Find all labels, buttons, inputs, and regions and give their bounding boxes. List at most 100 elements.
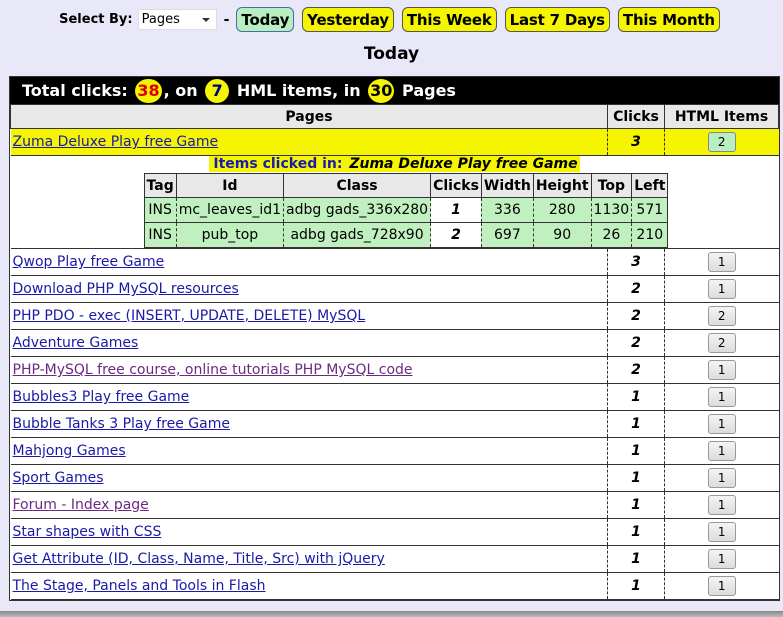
- table-row: Mahjong Games 1 1: [10, 437, 779, 465]
- pages-header-row: Pages Clicks HTML Items: [10, 104, 779, 129]
- clicks-cell: 1: [607, 572, 665, 600]
- clicks-cell: 1: [607, 410, 665, 438]
- clicks-cell: 1: [607, 383, 665, 411]
- table-row: Qwop Play free Game 3 1: [10, 248, 779, 276]
- period-yesterday-button[interactable]: Yesterday: [302, 7, 394, 32]
- items-header-left: Left: [631, 173, 669, 198]
- totals-mid1: , on: [163, 81, 198, 100]
- clicks-cell: 1: [607, 545, 665, 573]
- item-left-cell: 210: [631, 222, 669, 248]
- page-link[interactable]: Sport Games: [13, 470, 104, 486]
- html-items-button[interactable]: 1: [707, 576, 736, 596]
- page-link[interactable]: Adventure Games: [13, 335, 139, 351]
- table-row: Forum - Index page 1 1: [10, 491, 779, 519]
- item-top-cell: 26: [590, 222, 633, 248]
- totals-bar: Total clicks: 38 , on 7 HML items, in 30…: [10, 77, 779, 104]
- html-items-button[interactable]: 1: [707, 549, 736, 569]
- pages-table: Pages Clicks HTML Items Zuma Deluxe Play…: [10, 104, 779, 600]
- table-row: Adventure Games 2 2: [10, 329, 779, 357]
- items-cell: 1: [664, 545, 779, 573]
- items-cell: 1: [664, 275, 779, 303]
- item-row: INS mc_leaves_id1 adbg gads_336x280 1 336 280…: [143, 197, 669, 223]
- html-items-button[interactable]: 1: [707, 387, 736, 407]
- page-cell: Qwop Play free Game: [10, 248, 608, 276]
- page-link[interactable]: Get Attribute (ID, Class, Name, Title, S…: [13, 551, 385, 567]
- items-header-id: Id: [175, 173, 285, 198]
- items-header-height: Height: [532, 173, 592, 198]
- table-row: Bubble Tanks 3 Play free Game 1 1: [10, 410, 779, 438]
- page-link[interactable]: Forum - Index page: [13, 497, 149, 513]
- html-items-button[interactable]: 2: [707, 132, 736, 152]
- page-link[interactable]: The Stage, Panels and Tools in Flash: [13, 578, 266, 594]
- item-height-cell: 280: [532, 197, 592, 223]
- items-cell: 1: [664, 518, 779, 546]
- html-items-button[interactable]: 1: [707, 441, 736, 461]
- page-link[interactable]: Qwop Play free Game: [13, 254, 165, 270]
- clicks-cell: 3: [607, 128, 665, 156]
- page-link[interactable]: Bubbles3 Play free Game: [13, 389, 190, 405]
- total-pages-count: 30: [368, 78, 395, 103]
- html-items-button[interactable]: 1: [707, 252, 736, 272]
- items-cell: 2: [664, 329, 779, 357]
- html-items-button[interactable]: 1: [707, 279, 736, 299]
- table-row: Star shapes with CSS 1 1: [10, 518, 779, 546]
- total-clicks-count: 38: [135, 78, 162, 103]
- page-cell: The Stage, Panels and Tools in Flash: [10, 572, 608, 600]
- detail-title-page: Zuma Deluxe Play free Game: [349, 156, 578, 172]
- items-header-clicks: Clicks: [430, 173, 482, 198]
- page-cell: Bubbles3 Play free Game: [10, 383, 608, 411]
- page-link[interactable]: PHP PDO - exec (INSERT, UPDATE, DELETE) …: [13, 308, 366, 324]
- item-class-cell: adbg gads_336x280: [283, 197, 432, 223]
- total-items-count: 7: [205, 78, 230, 103]
- clicks-cell: 2: [607, 329, 665, 357]
- page-cell: Get Attribute (ID, Class, Name, Title, S…: [10, 545, 608, 573]
- clicks-cell: 1: [607, 518, 665, 546]
- detail-title-prefix: Items clicked in:: [211, 156, 345, 172]
- header-html-items: HTML Items: [664, 104, 779, 129]
- item-id-cell: mc_leaves_id1: [175, 197, 285, 223]
- item-class-cell: adbg gads_728x90: [283, 222, 432, 248]
- html-items-button[interactable]: 1: [707, 522, 736, 542]
- period-this-week-button[interactable]: This Week: [401, 7, 497, 32]
- select-by-dropdown[interactable]: Pages: [137, 9, 217, 30]
- page-link[interactable]: Mahjong Games: [13, 443, 126, 459]
- page-link[interactable]: Bubble Tanks 3 Play free Game: [13, 416, 230, 432]
- period-this-month-button[interactable]: This Month: [617, 7, 720, 32]
- table-row: Download PHP MySQL resources 2 1: [10, 275, 779, 303]
- html-items-button[interactable]: 1: [707, 414, 736, 434]
- items-cell: 1: [664, 491, 779, 519]
- select-by-label: Select By:: [59, 12, 133, 27]
- html-items-button[interactable]: 2: [707, 333, 736, 353]
- page-link[interactable]: Zuma Deluxe Play free Game: [13, 134, 219, 150]
- items-cell: 1: [664, 572, 779, 600]
- totals-mid2: HML items, in: [236, 81, 361, 100]
- stats-panel: Total clicks: 38 , on 7 HML items, in 30…: [9, 76, 780, 601]
- table-row: PHP PDO - exec (INSERT, UPDATE, DELETE) …: [10, 302, 779, 330]
- html-items-button[interactable]: 2: [707, 306, 736, 326]
- header-pages: Pages: [10, 104, 608, 129]
- page-link[interactable]: Download PHP MySQL resources: [13, 281, 239, 297]
- detail-row: Items clicked in: Zuma Deluxe Play free …: [10, 155, 779, 249]
- item-height-cell: 90: [532, 222, 592, 248]
- page-link[interactable]: Star shapes with CSS: [13, 524, 162, 540]
- period-last-7-days-button[interactable]: Last 7 Days: [504, 7, 610, 32]
- separator: -: [223, 11, 230, 28]
- page-cell: Sport Games: [10, 464, 608, 492]
- page-cell: PHP PDO - exec (INSERT, UPDATE, DELETE) …: [10, 302, 608, 330]
- clicks-cell: 1: [607, 464, 665, 492]
- html-items-button[interactable]: 1: [707, 360, 736, 380]
- page-link[interactable]: PHP-MySQL free course, online tutorials …: [13, 362, 413, 378]
- item-tag-cell: INS: [143, 222, 177, 248]
- page-cell: Mahjong Games: [10, 437, 608, 465]
- items-cell: 1: [664, 356, 779, 384]
- items-header-width: Width: [480, 173, 534, 198]
- clicks-cell: 1: [607, 437, 665, 465]
- html-items-button[interactable]: 1: [707, 468, 736, 488]
- filter-bar: Select By: Pages - Today Yesterday This …: [0, 7, 783, 32]
- period-today-button[interactable]: Today: [236, 7, 295, 32]
- items-cell: 1: [664, 383, 779, 411]
- item-clicks-cell: 1: [430, 197, 482, 223]
- item-row: INS pub_top adbg gads_728x90 2 697 90 26 210: [143, 222, 669, 248]
- html-items-button[interactable]: 1: [707, 495, 736, 515]
- items-cell: 2: [664, 128, 779, 156]
